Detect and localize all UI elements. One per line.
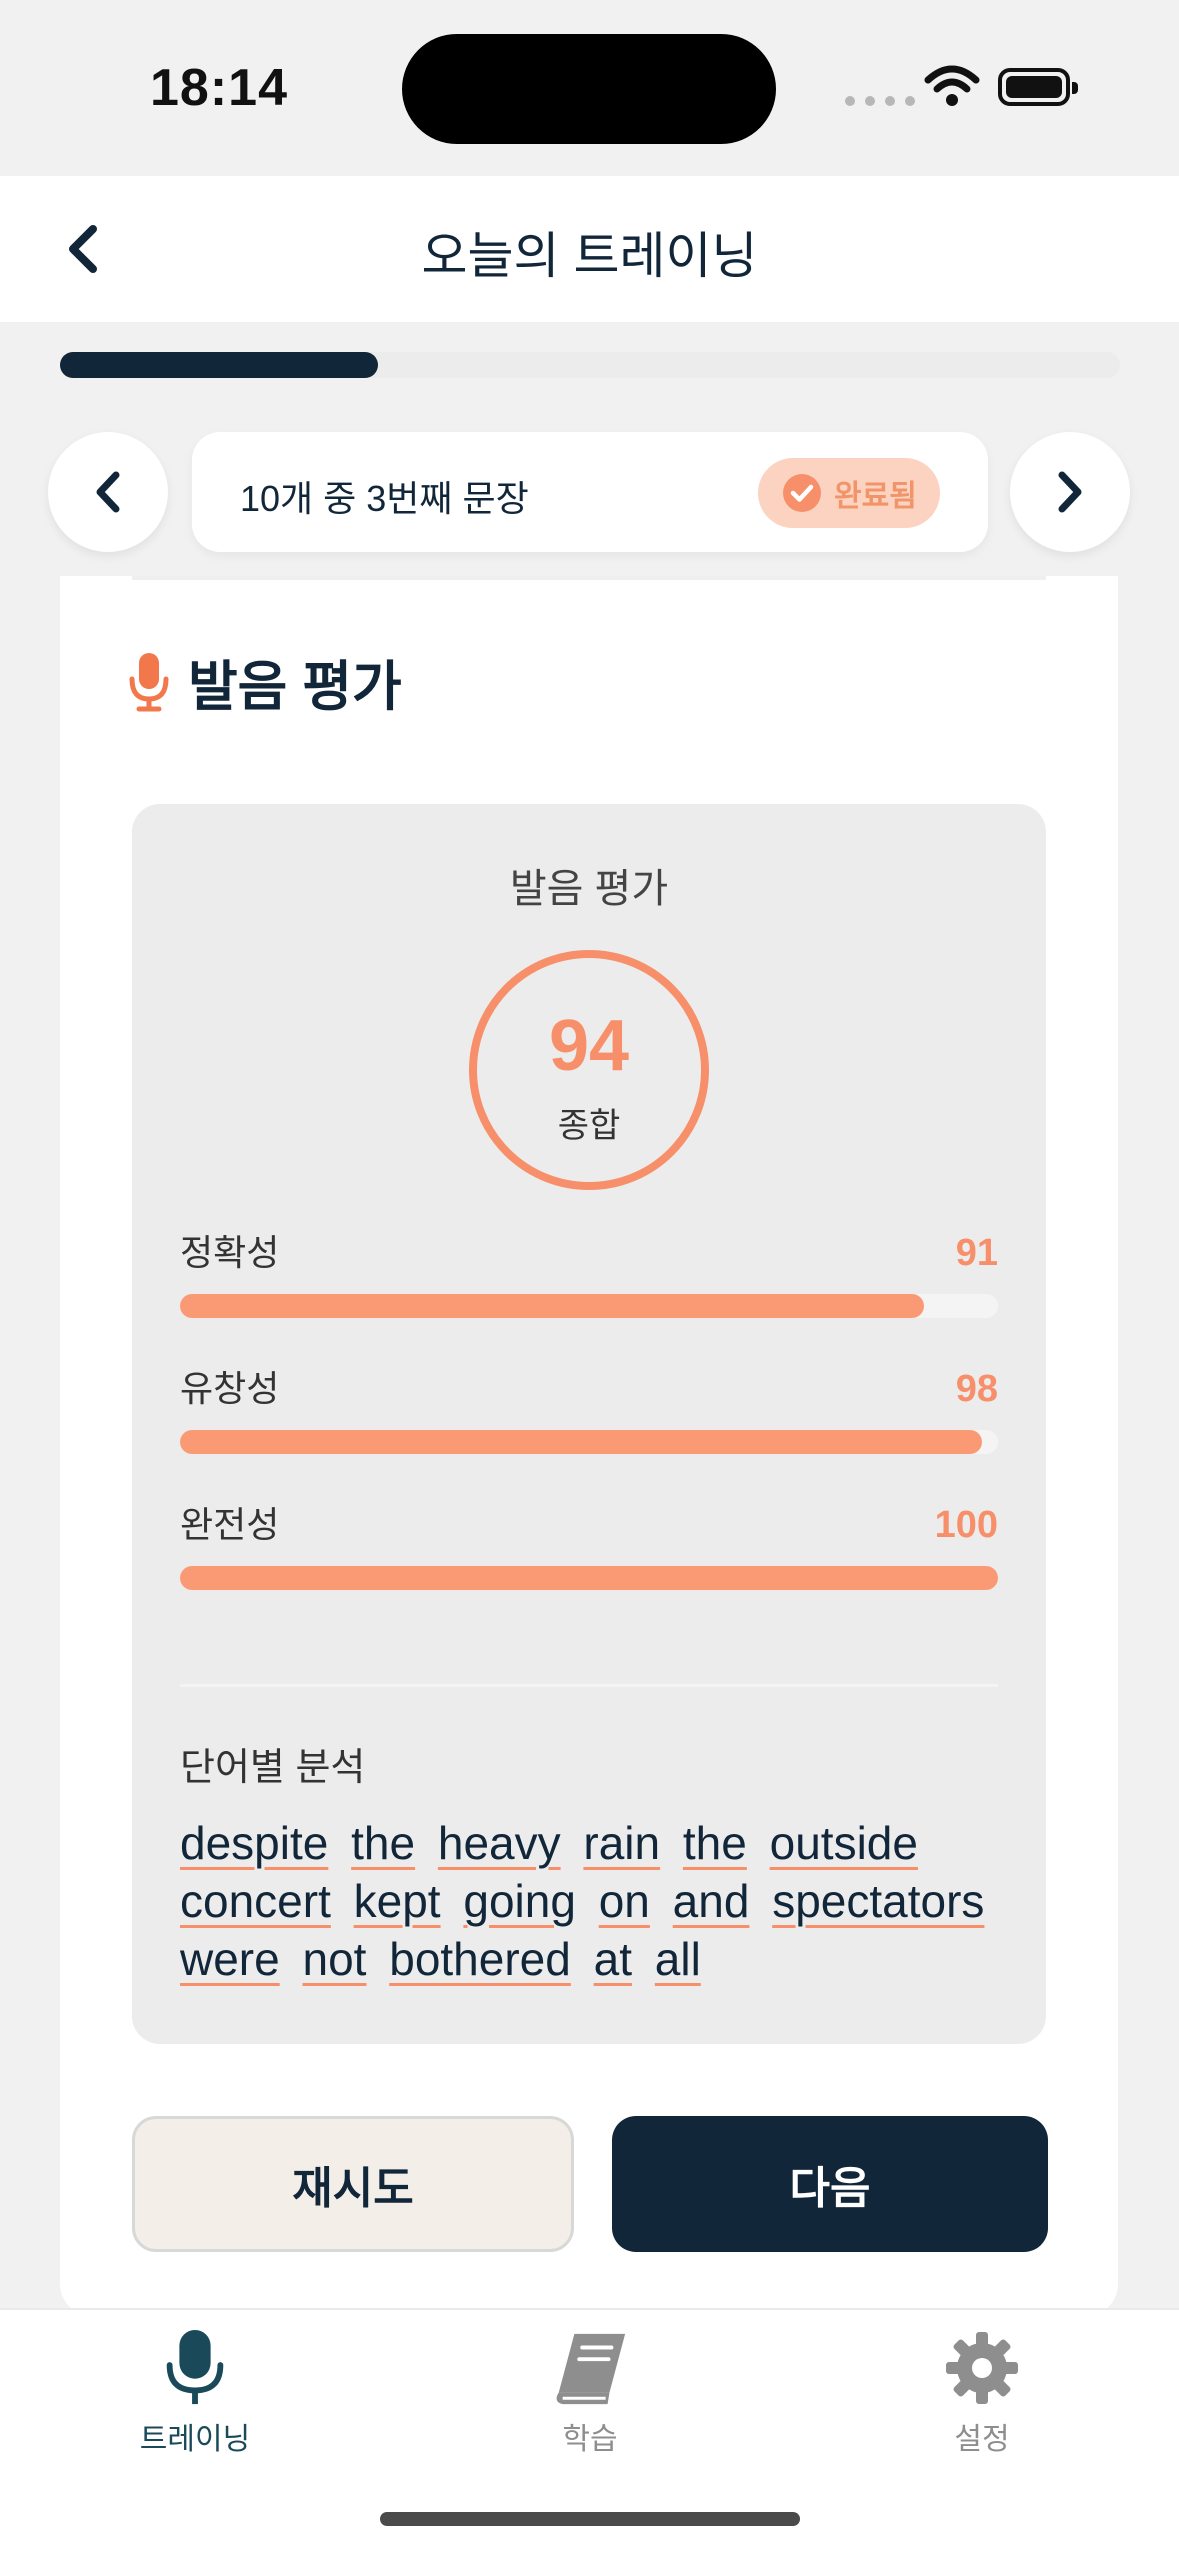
- word-item[interactable]: the: [351, 1817, 415, 1869]
- overall-score: 94: [548, 1006, 630, 1086]
- overall-score-label: 종합: [557, 1107, 621, 1145]
- word-item[interactable]: despite: [180, 1817, 328, 1869]
- word-item[interactable]: kept: [354, 1875, 441, 1927]
- sentence-position-text: 10개 중 3번째 문장: [240, 478, 529, 519]
- word-item[interactable]: spectators: [772, 1875, 984, 1927]
- status-time: 18:14: [150, 59, 288, 117]
- word-item[interactable]: and: [673, 1875, 750, 1927]
- tab-study[interactable]: 학습: [480, 2328, 700, 2458]
- chevron-left-icon: [96, 471, 120, 513]
- microphone-icon: [166, 2329, 224, 2405]
- microphone-icon: [129, 652, 169, 711]
- metric-track: [180, 1294, 998, 1318]
- check-circle-icon: [783, 474, 821, 512]
- metric-value: 91: [955, 1232, 998, 1274]
- divider: [180, 1684, 998, 1687]
- section-header: 발음 평가: [128, 642, 402, 721]
- word-item[interactable]: rain: [583, 1817, 660, 1869]
- word-item[interactable]: not: [303, 1933, 367, 1985]
- metric-fill: [180, 1430, 982, 1454]
- metric-track: [180, 1566, 998, 1590]
- completed-badge-label: 완료됨: [834, 480, 917, 513]
- nav-header: 오늘의 트레이닝: [0, 176, 1179, 322]
- tab-label: 설정: [954, 2423, 1010, 2456]
- tab-settings[interactable]: 설정: [872, 2328, 1092, 2458]
- word-item[interactable]: the: [683, 1817, 747, 1869]
- metric-label: 완전성: [180, 1504, 280, 1545]
- overall-score-ring: 94 종합: [469, 950, 709, 1190]
- evaluation-panel: 발음 평가 94 종합 정확성 91 유창성 98 완전성 100 단어별 분석…: [132, 804, 1046, 2044]
- status-bar: 18:14: [0, 0, 1179, 176]
- home-indicator: [380, 2512, 800, 2526]
- tab-training[interactable]: 트레이닝: [85, 2328, 305, 2458]
- metric-track: [180, 1430, 998, 1454]
- word-analysis-list: despite the heavy rain the outside conce…: [180, 1814, 1010, 1988]
- gear-icon: [946, 2332, 1018, 2404]
- wifi-icon: [924, 65, 980, 106]
- word-item[interactable]: outside: [770, 1817, 918, 1869]
- sentence-indicator: 10개 중 3번째 문장 완료됨: [192, 432, 988, 552]
- tab-label: 트레이닝: [139, 2423, 251, 2456]
- retry-button[interactable]: 재시도: [132, 2116, 574, 2252]
- progress-fill: [60, 352, 378, 378]
- chevron-right-icon: [1058, 471, 1082, 513]
- next-sentence-button[interactable]: [1010, 432, 1130, 552]
- cellular-signal-icon: [845, 96, 915, 106]
- pronunciation-card: 발음 평가 발음 평가 94 종합 정확성 91 유창성 98 완전성 100 …: [60, 576, 1118, 2316]
- page-title: 오늘의 트레이닝: [421, 228, 758, 284]
- metric-fill: [180, 1566, 998, 1590]
- word-item[interactable]: at: [594, 1933, 632, 1985]
- dynamic-island: [402, 34, 776, 144]
- word-item[interactable]: all: [655, 1933, 701, 1985]
- metric-value: 98: [955, 1368, 998, 1410]
- metric-value: 100: [934, 1504, 998, 1546]
- battery-icon: [998, 68, 1078, 106]
- divider: [132, 576, 1046, 580]
- section-title: 발음 평가: [188, 657, 402, 717]
- word-item[interactable]: on: [599, 1875, 650, 1927]
- metric-label: 정확성: [180, 1232, 280, 1273]
- training-progress-bar: [60, 352, 1120, 378]
- word-item[interactable]: heavy: [438, 1817, 561, 1869]
- word-item[interactable]: concert: [180, 1875, 331, 1927]
- word-analysis-title: 단어별 분석: [180, 1747, 366, 1789]
- completed-badge: 완료됨: [758, 458, 940, 528]
- word-item[interactable]: bothered: [389, 1933, 571, 1985]
- next-button[interactable]: 다음: [612, 2116, 1048, 2252]
- book-icon: [556, 2333, 626, 2405]
- panel-title: 발음 평가: [509, 867, 669, 911]
- word-item[interactable]: going: [463, 1875, 576, 1927]
- metric-fill: [180, 1294, 925, 1318]
- metric-label: 유창성: [180, 1368, 280, 1409]
- tab-label: 학습: [562, 2423, 618, 2456]
- word-item[interactable]: were: [180, 1933, 280, 1985]
- prev-sentence-button[interactable]: [48, 432, 168, 552]
